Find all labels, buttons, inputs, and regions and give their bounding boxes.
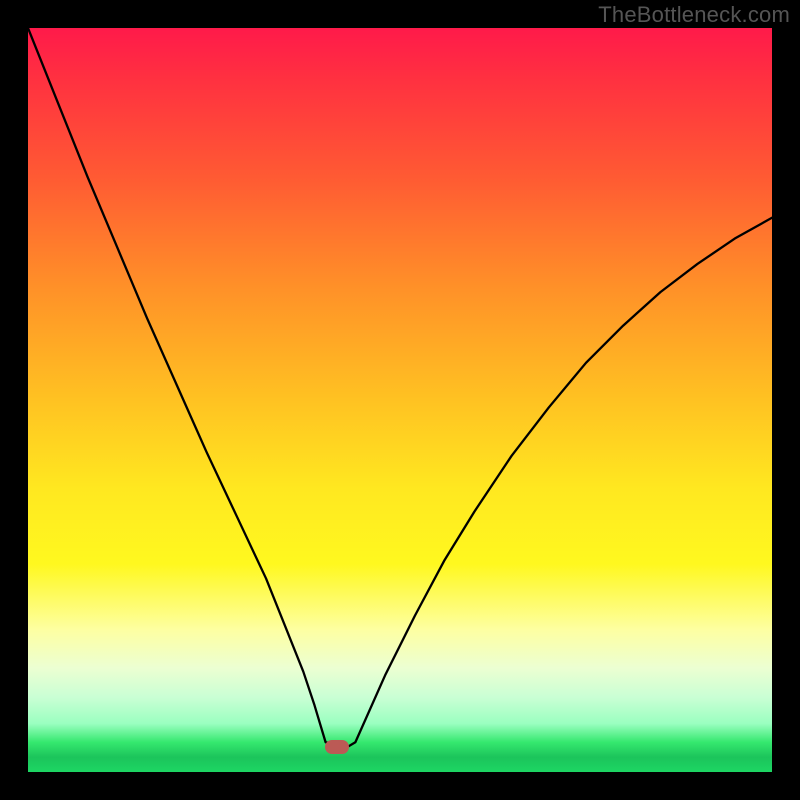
optimum-marker [325, 740, 349, 754]
curve-svg [28, 28, 772, 772]
watermark-text: TheBottleneck.com [598, 2, 790, 28]
bottleneck-curve [28, 28, 772, 747]
plot-area [28, 28, 772, 772]
chart-frame: TheBottleneck.com [0, 0, 800, 800]
